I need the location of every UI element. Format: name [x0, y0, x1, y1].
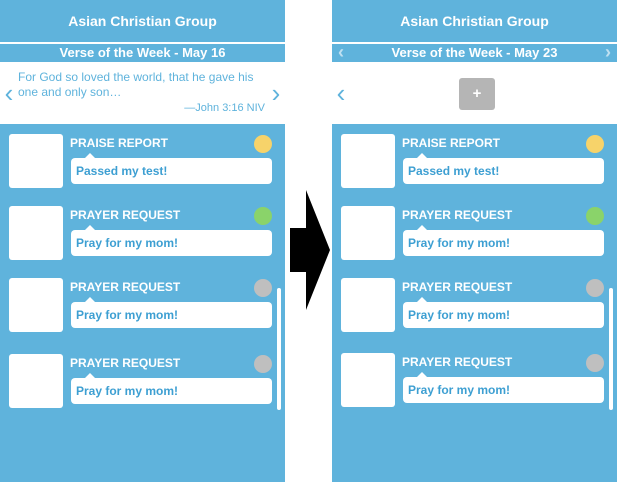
item-message: Pray for my mom! — [403, 297, 604, 328]
list-item[interactable]: PRAYER REQUEST Pray for my mom! — [0, 354, 285, 414]
status-dot-icon — [586, 279, 604, 297]
status-dot-icon — [254, 207, 272, 225]
item-type-label: PRAYER REQUEST — [70, 208, 181, 222]
item-message: Pray for my mom! — [71, 297, 272, 328]
item-type-label: PRAYER REQUEST — [70, 280, 181, 294]
avatar — [9, 134, 63, 188]
chevron-left-icon[interactable]: ‹ — [332, 78, 350, 108]
phone-screen-before: Asian Christian Group Verse of the Week … — [0, 0, 285, 482]
arrow-right-icon — [290, 190, 330, 310]
item-type-label: PRAYER REQUEST — [70, 356, 181, 370]
status-dot-icon — [254, 135, 272, 153]
item-type-label: PRAYER REQUEST — [402, 208, 513, 222]
verse-panel: ‹ For God so loved the world, that he ga… — [0, 64, 285, 124]
item-type-label: PRAISE REPORT — [402, 136, 501, 150]
avatar — [341, 206, 395, 260]
chevron-right-icon[interactable]: › — [601, 43, 615, 62]
scrollbar[interactable] — [609, 288, 613, 410]
avatar — [341, 134, 395, 188]
item-type-label: PRAYER REQUEST — [402, 280, 513, 294]
list-item[interactable]: PRAYER REQUEST Pray for my mom! — [332, 206, 617, 266]
status-dot-icon — [254, 279, 272, 297]
avatar — [9, 278, 63, 332]
list-item[interactable]: PRAYER REQUEST Pray for my mom! — [332, 278, 617, 338]
verse-panel: ‹ + — [332, 64, 617, 124]
item-type-label: PRAYER REQUEST — [402, 355, 513, 369]
item-type-label: PRAISE REPORT — [70, 136, 169, 150]
avatar — [9, 354, 63, 408]
app-title: Asian Christian Group — [400, 13, 549, 29]
status-dot-icon — [254, 355, 272, 373]
item-message: Pray for my mom! — [403, 225, 604, 256]
status-dot-icon — [586, 354, 604, 372]
list-item[interactable]: PRAISE REPORT Passed my test! — [0, 134, 285, 194]
list-item[interactable]: PRAYER REQUEST Pray for my mom! — [332, 353, 617, 413]
item-message: Pray for my mom! — [71, 225, 272, 256]
item-message: Pray for my mom! — [403, 372, 604, 403]
verse-reference: —John 3:16 NIV — [184, 102, 265, 114]
status-dot-icon — [586, 207, 604, 225]
app-title: Asian Christian Group — [68, 13, 217, 29]
list-item[interactable]: PRAYER REQUEST Pray for my mom! — [0, 278, 285, 338]
avatar — [341, 278, 395, 332]
verse-header-label: Verse of the Week - May 23 — [391, 45, 558, 60]
add-button[interactable]: + — [459, 78, 495, 110]
avatar — [341, 353, 395, 407]
verse-text: For God so loved the world, that he gave… — [18, 70, 254, 99]
phone-screen-after: Asian Christian Group ‹ Verse of the Wee… — [332, 0, 617, 482]
status-dot-icon — [586, 135, 604, 153]
avatar — [9, 206, 63, 260]
verse-header: ‹ Verse of the Week - May 23 › — [332, 43, 617, 62]
scrollbar[interactable] — [277, 288, 281, 410]
chevron-left-icon[interactable]: ‹ — [0, 78, 18, 108]
verse-header: Verse of the Week - May 16 — [0, 44, 285, 62]
chevron-right-icon[interactable]: › — [267, 78, 285, 108]
list-item[interactable]: PRAISE REPORT Passed my test! — [332, 134, 617, 194]
item-message: Pray for my mom! — [71, 373, 272, 404]
chevron-left-icon[interactable]: ‹ — [334, 43, 348, 62]
item-message: Passed my test! — [71, 153, 272, 184]
list-item[interactable]: PRAYER REQUEST Pray for my mom! — [0, 206, 285, 266]
item-message: Passed my test! — [403, 153, 604, 184]
